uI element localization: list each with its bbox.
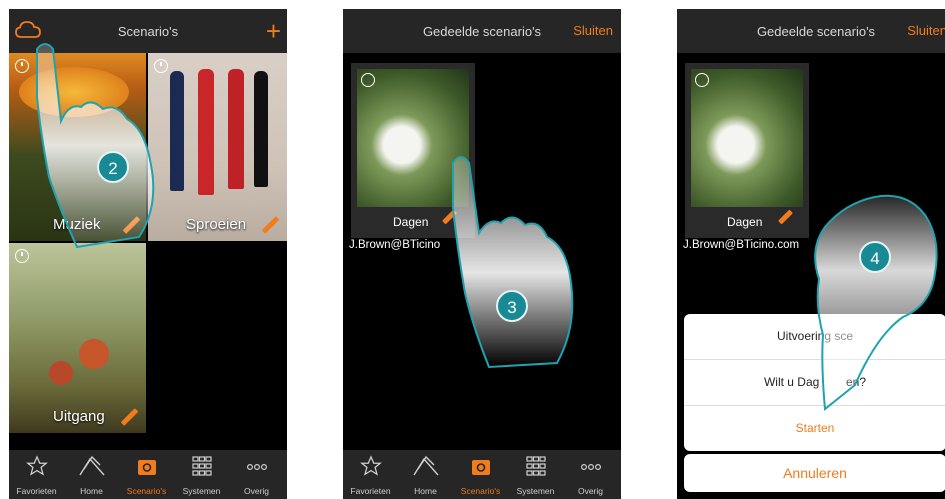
star-icon — [25, 455, 48, 476]
tomato-image — [49, 361, 73, 385]
shared-scenarios-screen: Gedeelde scenario's Sluiten Dagen J.Brow… — [343, 9, 621, 499]
owner-email: J.Brown@BTicino.com — [683, 239, 800, 251]
hand-pointer-image — [452, 156, 574, 369]
header-bar: Gedeelde scenario's Sluiten — [677, 9, 945, 53]
tab-scenarios[interactable]: Scenario's — [119, 450, 174, 499]
more-icon — [580, 464, 601, 471]
tab-bar: Favorieten Home Scenario's Systemen Over… — [343, 450, 621, 499]
hand-pointer-image — [36, 43, 155, 249]
more-icon — [246, 464, 267, 471]
scenario-tile-uitgang[interactable]: Uitgang — [9, 243, 146, 433]
hand-pointer-image — [814, 194, 938, 411]
tab-home[interactable]: Home — [398, 450, 453, 499]
daisy-image — [691, 69, 803, 207]
card-label: Dagen — [393, 215, 429, 229]
tab-favorieten[interactable]: Favorieten — [9, 450, 64, 499]
edit-icon[interactable] — [120, 408, 139, 426]
header-bar: Gedeelde scenario's Sluiten — [343, 9, 621, 53]
close-button[interactable]: Sluiten — [573, 9, 613, 53]
tab-bar: Favorieten Home Scenario's Systemen Over… — [9, 450, 287, 499]
grid-icon — [191, 456, 212, 476]
owner-email: J.Brown@BTicino — [349, 239, 441, 251]
umbrella-image — [198, 69, 214, 195]
shared-scenarios-dialog-screen: Gedeelde scenario's Sluiten Dagen J.Brow… — [677, 9, 945, 499]
tab-overig[interactable]: Overig — [229, 450, 284, 499]
tile-label: Uitgang — [53, 408, 105, 425]
step-badge: 2 — [97, 151, 129, 183]
umbrella-image — [254, 71, 268, 187]
house-icon — [412, 455, 439, 476]
scenario-icon — [137, 460, 156, 475]
house-icon — [78, 455, 105, 476]
scenario-icon — [471, 460, 490, 475]
tab-favorieten[interactable]: Favorieten — [343, 450, 398, 499]
tab-home[interactable]: Home — [64, 450, 119, 499]
card-label: Dagen — [727, 215, 763, 229]
clock-icon — [695, 73, 709, 87]
edit-icon[interactable] — [261, 216, 280, 234]
add-scenario-button[interactable]: + — [266, 11, 281, 51]
step-badge: 4 — [859, 241, 891, 273]
edit-icon[interactable] — [778, 209, 793, 225]
grid-icon — [525, 456, 546, 476]
star-icon — [359, 455, 382, 476]
tile-label: Sproeien — [186, 216, 247, 233]
close-button[interactable]: Sluiten — [907, 9, 945, 53]
page-title: Gedeelde scenario's — [756, 23, 876, 39]
tab-overig[interactable]: Overig — [563, 450, 618, 499]
scenarios-screen: Scenario's + Muziek Sproeien Uitgang 2 F… — [9, 9, 287, 499]
tab-scenarios[interactable]: Scenario's — [453, 450, 508, 499]
cancel-button[interactable]: Annuleren — [684, 454, 945, 492]
page-title: Gedeelde scenario's — [422, 23, 542, 39]
clock-icon — [361, 73, 375, 87]
shared-scenario-card[interactable]: Dagen — [685, 63, 809, 238]
step-badge: 3 — [496, 290, 528, 322]
tab-systemen[interactable]: Systemen — [174, 450, 229, 499]
tab-systemen[interactable]: Systemen — [508, 450, 563, 499]
umbrella-image — [228, 69, 244, 189]
tomato-image — [79, 339, 109, 369]
